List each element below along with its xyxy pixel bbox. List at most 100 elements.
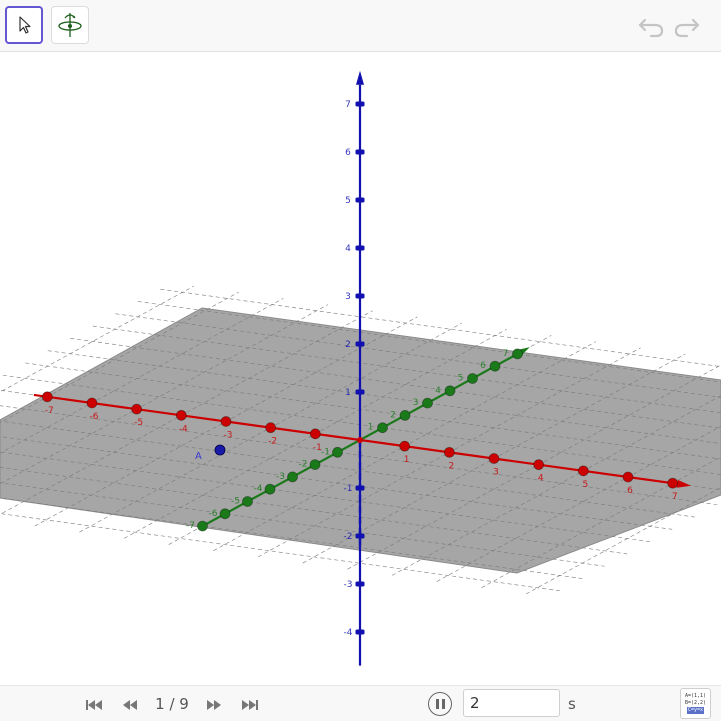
y-axis-tick [512, 348, 523, 360]
x-axis-tick [488, 453, 500, 464]
y-axis-tick [467, 373, 478, 384]
y-axis-tick [377, 422, 388, 434]
z-axis-tick [355, 485, 365, 491]
y-axis-tick [309, 459, 321, 471]
y-axis-tick-label: -4 [254, 484, 263, 494]
z-axis-tick-label: 2 [345, 340, 351, 350]
pointer-arrow-icon [19, 16, 31, 34]
rotate-3d-icon [58, 13, 82, 37]
speed-unit-label: s [568, 695, 576, 713]
x-axis-tick [667, 477, 679, 489]
y-axis-tick-label: -6 [209, 509, 218, 519]
point-a[interactable] [214, 444, 226, 456]
graphics-3d-view[interactable]: -7 -6 -5 -4 -3 -2 -1 1 2 3 4 5 6 7 -7 -6 -5 -4 -3 -2 -1 1 2 3 4 5… [0, 53, 721, 685]
x-axis-tick [41, 391, 53, 403]
z-axis-tick-label: 5 [345, 196, 351, 206]
z-axis-tick-label: 4 [345, 244, 351, 254]
z-axis-tick [355, 245, 365, 251]
previous-slide-button[interactable] [118, 697, 142, 713]
graphics-3d-canvas[interactable]: -7 -6 -5 -4 -3 -2 -1 1 2 3 4 5 6 7 -7 -6 -5 -4 -3 -2 -1 1 2 3 4 5… [0, 53, 721, 685]
x-axis-tick [175, 409, 187, 421]
x-axis-tick-label: -2 [268, 437, 277, 447]
y-axis-tick-label: 3 [413, 398, 419, 408]
z-axis-tick [355, 149, 365, 155]
rotate-view-tool-button[interactable] [51, 6, 89, 44]
x-axis-tick-label: 3 [493, 468, 499, 478]
y-axis-tick-label: 5 [458, 374, 464, 384]
previous-icon [123, 700, 137, 710]
x-axis-tick [265, 422, 277, 434]
x-axis-tick [309, 428, 321, 440]
y-axis-tick [399, 409, 411, 421]
y-axis-tick [332, 446, 343, 458]
z-axis-tick-label: -3 [344, 580, 353, 590]
z-axis-tick [355, 341, 365, 347]
move-tool-button[interactable] [5, 6, 43, 44]
z-axis-tick-label: -2 [344, 532, 353, 542]
z-axis-tick-label: -4 [344, 628, 353, 638]
z-axis-tick [355, 533, 365, 539]
z-axis-tick-label: 6 [345, 148, 351, 158]
z-axis-tick-label: 7 [345, 100, 351, 110]
x-axis-tick [220, 416, 232, 427]
x-axis-tick [533, 459, 545, 471]
redo-button[interactable] [672, 12, 702, 40]
x-axis-tick-label: 4 [538, 474, 544, 484]
y-axis-tick [287, 471, 298, 483]
x-axis-tick-label: -3 [223, 430, 232, 440]
x-axis-tick-label: -5 [134, 418, 143, 428]
x-axis-tick-label: 2 [448, 461, 454, 471]
algebra-view-button[interactable]: A=(1,1) B=(2,2) C=y=x [680, 688, 711, 719]
algebra-line-1: A=(1,1) [684, 693, 707, 699]
x-axis-tick [86, 397, 98, 409]
y-axis-tick [219, 508, 231, 520]
x-axis-tick [622, 471, 634, 483]
y-axis-tick-label: -5 [231, 497, 240, 507]
z-axis-tick [355, 101, 365, 107]
x-axis-tick-label: -6 [89, 412, 98, 422]
z-axis-tick [355, 581, 365, 587]
x-axis-tick [577, 465, 589, 477]
algebra-line-2: B=(2,2) [684, 700, 707, 706]
toolbar [0, 0, 721, 52]
point-a-label: A [195, 451, 202, 462]
y-axis-tick [242, 496, 253, 507]
y-axis-tick [422, 397, 433, 409]
x-axis-tick-label: -7 [45, 406, 54, 416]
y-axis-tick-label: 4 [435, 386, 441, 396]
x-axis-tick [131, 403, 143, 415]
z-axis-tick [355, 389, 365, 395]
playback-bar: 1 / 9 2 s A=(1,1) B=(2,2) C=y=x [0, 685, 721, 721]
y-axis-tick-label: 6 [480, 361, 486, 371]
pause-button[interactable] [428, 692, 452, 716]
y-axis-tick-label: -7 [186, 521, 195, 531]
origin-point [357, 437, 363, 443]
y-axis-tick-label: 1 [368, 423, 374, 433]
speed-input[interactable]: 2 [463, 689, 560, 717]
skip-to-start-icon [86, 700, 102, 710]
x-axis-tick-label: 7 [672, 492, 678, 502]
z-axis-tick-label: 1 [345, 388, 351, 398]
y-axis-tick [489, 360, 501, 372]
x-axis-tick-label: 1 [404, 455, 410, 465]
z-axis-arrow [356, 70, 364, 85]
page-indicator: 1 / 9 [155, 695, 189, 713]
x-axis-tick [399, 440, 411, 452]
next-slide-button[interactable] [202, 697, 226, 713]
x-axis-tick-label: 6 [627, 486, 633, 496]
algebra-line-3: C=y=x [686, 707, 705, 714]
z-axis-tick [355, 197, 365, 203]
y-axis-tick [197, 520, 208, 532]
y-axis-tick [264, 483, 276, 495]
y-axis-tick-label: 7 [503, 349, 509, 359]
y-axis-tick-label: -2 [299, 460, 308, 470]
first-slide-button[interactable] [82, 697, 106, 713]
redo-icon [674, 18, 700, 38]
z-axis-tick [355, 629, 365, 635]
undo-button[interactable] [636, 12, 666, 40]
z-axis-tick-label: 3 [345, 292, 351, 302]
x-axis-tick [443, 446, 455, 458]
z-axis-tick-label: -1 [344, 484, 353, 494]
y-axis-tick-label: 2 [390, 410, 396, 420]
last-slide-button[interactable] [238, 697, 262, 713]
